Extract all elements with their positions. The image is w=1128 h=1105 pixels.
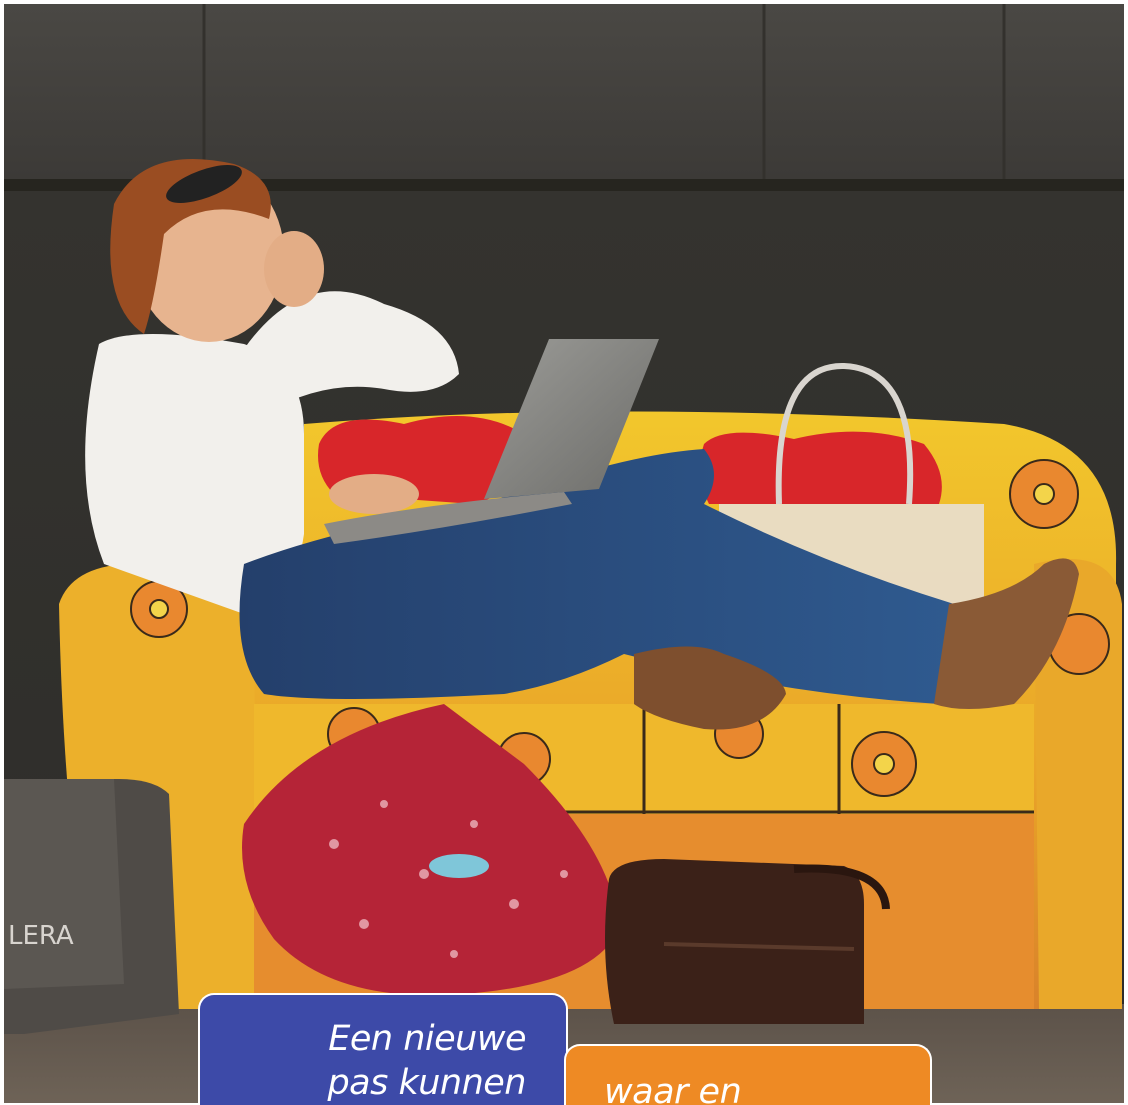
hero-photo: LERA xyxy=(4,4,1124,1103)
headline-tile-orange: waar en xyxy=(564,1044,932,1105)
headline-orange-line-1: waar en xyxy=(604,1072,742,1105)
headline-blue-line-1: Een nieuwe xyxy=(328,1019,526,1059)
headline-blue-line-2: pas kunnen xyxy=(327,1063,526,1103)
headline-tile-blue: Een nieuwe pas kunnen xyxy=(198,993,568,1105)
headline-blue-text: Een nieuwe pas kunnen xyxy=(327,1017,526,1105)
bag-brand-label: LERA xyxy=(8,921,74,951)
headline-orange-text: waar en xyxy=(604,1070,742,1105)
